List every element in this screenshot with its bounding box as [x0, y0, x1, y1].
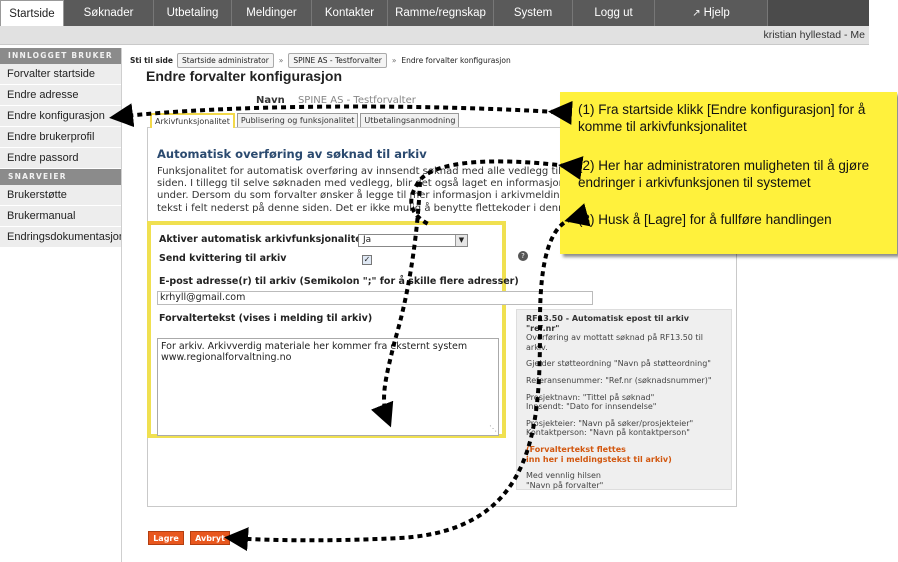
name-row: Navn SPINE AS - Testforvalter [256, 95, 416, 106]
preview-line-4: Prosjektnavn: "Tittel på søknad" [526, 392, 655, 402]
cancel-button[interactable]: Avbryt [190, 531, 230, 545]
sidebar-item-endre-brukerprofil[interactable]: Endre brukerprofil [0, 127, 121, 148]
sidebar: INNLOGGET BRUKER Forvalter startside End… [0, 48, 122, 562]
nav-tab-hjelp-label: Hjelp [703, 7, 730, 19]
email-input[interactable]: krhyll@gmail.com [157, 291, 593, 305]
tab-arkivfunksjonalitet[interactable]: Arkivfunksjonalitet [150, 113, 235, 128]
nav-tab-ramme-regnskap[interactable]: Ramme/regnskap [388, 0, 494, 26]
nav-tab-startside[interactable]: Startside [0, 0, 64, 26]
callout-step-3: (3) Husk å [Lagre] for å fullføre handli… [578, 212, 832, 227]
nav-tab-kontakter[interactable]: Kontakter [312, 0, 388, 26]
help-icon[interactable]: ? [518, 251, 528, 261]
name-label: Navn [256, 95, 285, 106]
breadcrumb-separator-icon: » [278, 56, 284, 65]
sidebar-item-endre-konfigurasjon[interactable]: Endre konfigurasjon [0, 106, 121, 127]
breadcrumb-separator-icon: » [391, 56, 397, 65]
tab-publisering[interactable]: Publisering og funksjonalitet [236, 113, 359, 127]
nav-tab-utbetaling[interactable]: Utbetaling [154, 0, 232, 26]
callout-step-1: (1) Fra startside klikk [Endre konfigura… [578, 102, 866, 134]
top-navigation: Startside Søknader Utbetaling Meldinger … [0, 0, 869, 26]
preview-merge-note-1: (Forvaltertekst flettes [526, 444, 626, 454]
preview-merge-note-2: inn her i meldingstekst til arkiv) [526, 454, 672, 464]
breadcrumb-current: Endre forvalter konfigurasjon [401, 56, 511, 65]
admin-text-line-2: www.regionalforvaltning.no [161, 352, 292, 363]
config-tabs: Arkivfunksjonalitet Publisering og funks… [150, 113, 461, 128]
auto-archive-label: Aktiver automatisk arkivfunksjonalitet [159, 234, 367, 245]
admin-text-line-1: For arkiv. Arkivverdig materiale her kom… [161, 341, 468, 352]
breadcrumb: Sti til side Startside administrator » S… [130, 53, 511, 68]
send-receipt-label: Send kvittering til arkiv [159, 253, 287, 264]
admin-text-textarea[interactable]: For arkiv. Arkivverdig materiale her kom… [157, 338, 499, 436]
chevron-down-icon: ▼ [455, 235, 467, 246]
nav-tab-system[interactable]: System [494, 0, 573, 26]
external-link-icon: ↗ [692, 7, 701, 19]
section-title: Automatisk overføring av søknad til arki… [157, 147, 427, 161]
preview-line-6: Prosjekteier: "Navn på søker/prosjekteie… [526, 418, 694, 428]
sidebar-item-brukerstotte[interactable]: Brukerstøtte [0, 185, 121, 206]
auto-archive-select[interactable]: Ja ▼ [358, 234, 468, 247]
preview-line-1: Overføring av mottatt søknad på RF13.50 … [526, 333, 704, 352]
preview-line-5: Innsendt: "Dato for innsendelse" [526, 402, 657, 412]
sidebar-item-endre-adresse[interactable]: Endre adresse [0, 85, 121, 106]
nav-tab-logg-ut[interactable]: Logg ut [573, 0, 655, 26]
preview-line-8: Med vennlig hilsen [526, 471, 601, 481]
annotation-callout: (1) Fra startside klikk [Endre konfigura… [560, 92, 897, 254]
preview-title: RF13.50 - Automatisk epost til arkiv "re… [526, 314, 689, 333]
breadcrumb-spine-testforvalter[interactable]: SPINE AS - Testforvalter [288, 53, 387, 68]
tab-utbetalingsanmodning[interactable]: Utbetalingsanmodning [360, 113, 460, 127]
save-button[interactable]: Lagre [148, 531, 184, 545]
email-label: E-post adresse(r) til arkiv (Semikolon "… [159, 276, 519, 287]
section-description: Funksjonalitet for automatisk overføring… [157, 166, 591, 214]
preview-line-7: Kontaktperson: "Navn på kontaktperson" [526, 428, 690, 438]
nav-tab-soknader[interactable]: Søknader [64, 0, 154, 26]
send-receipt-checkbox[interactable]: ✓ [362, 255, 372, 265]
resize-grip-icon[interactable]: ⋱ [489, 423, 497, 434]
sidebar-item-brukermanual[interactable]: Brukermanual [0, 206, 121, 227]
preview-line-9: "Navn på forvalter" [526, 480, 604, 490]
user-bar: kristian hyllestad - Me [0, 26, 869, 45]
breadcrumb-startside-administrator[interactable]: Startside administrator [177, 53, 274, 68]
message-preview-box: RF13.50 - Automatisk epost til arkiv "re… [516, 309, 732, 490]
sidebar-item-endre-passord[interactable]: Endre passord [0, 148, 121, 169]
sidebar-section-shortcuts: SNARVEIER [0, 169, 121, 185]
sidebar-section-logged-in: INNLOGGET BRUKER [0, 48, 121, 64]
name-value: SPINE AS - Testforvalter [297, 95, 416, 106]
sidebar-item-endringsdokumentasjon[interactable]: Endringsdokumentasjon [0, 227, 121, 248]
nav-tab-meldinger[interactable]: Meldinger [232, 0, 312, 26]
auto-archive-value: Ja [363, 235, 372, 245]
preview-line-2: Gjelder støtteordning "Navn på støtteord… [526, 359, 711, 369]
breadcrumb-lead: Sti til side [130, 56, 173, 65]
preview-line-3: Referansenummer: "Ref.nr (søknadsnummer)… [526, 375, 712, 385]
callout-step-2: (2) Her har administratoren muligheten t… [578, 158, 870, 190]
nav-tab-hjelp[interactable]: ↗ Hjelp [655, 0, 768, 26]
admin-text-label: Forvaltertekst (vises i melding til arki… [159, 313, 373, 324]
page-title: Endre forvalter konfigurasjon [146, 68, 343, 84]
sidebar-item-forvalter-startside[interactable]: Forvalter startside [0, 64, 121, 85]
